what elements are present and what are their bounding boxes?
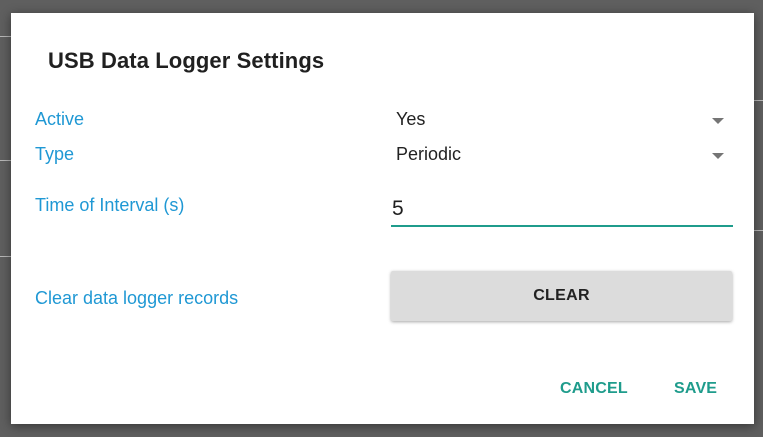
clear-button[interactable]: CLEAR xyxy=(391,271,732,321)
active-label: Active xyxy=(35,109,85,129)
type-value: Periodic xyxy=(396,144,462,164)
interval-input[interactable] xyxy=(391,193,733,227)
settings-dialog: USB Data Logger Settings Active Yes Type… xyxy=(11,13,754,424)
active-dropdown[interactable]: Yes xyxy=(396,109,726,139)
chevron-down-icon xyxy=(712,118,724,124)
dialog-title: USB Data Logger Settings xyxy=(48,48,325,73)
background-divider xyxy=(754,230,763,231)
background-divider xyxy=(0,36,11,37)
interval-label: Time of Interval (s) xyxy=(35,195,185,215)
background-divider xyxy=(0,160,11,161)
background-divider xyxy=(754,100,763,101)
clear-records-label: Clear data logger records xyxy=(35,288,239,308)
cancel-button[interactable]: CANCEL xyxy=(560,380,628,398)
background-divider xyxy=(0,256,11,257)
type-dropdown[interactable]: Periodic xyxy=(396,144,726,174)
active-value: Yes xyxy=(396,109,426,129)
chevron-down-icon xyxy=(712,153,724,159)
save-button[interactable]: SAVE xyxy=(674,380,717,398)
type-label: Type xyxy=(35,144,75,164)
